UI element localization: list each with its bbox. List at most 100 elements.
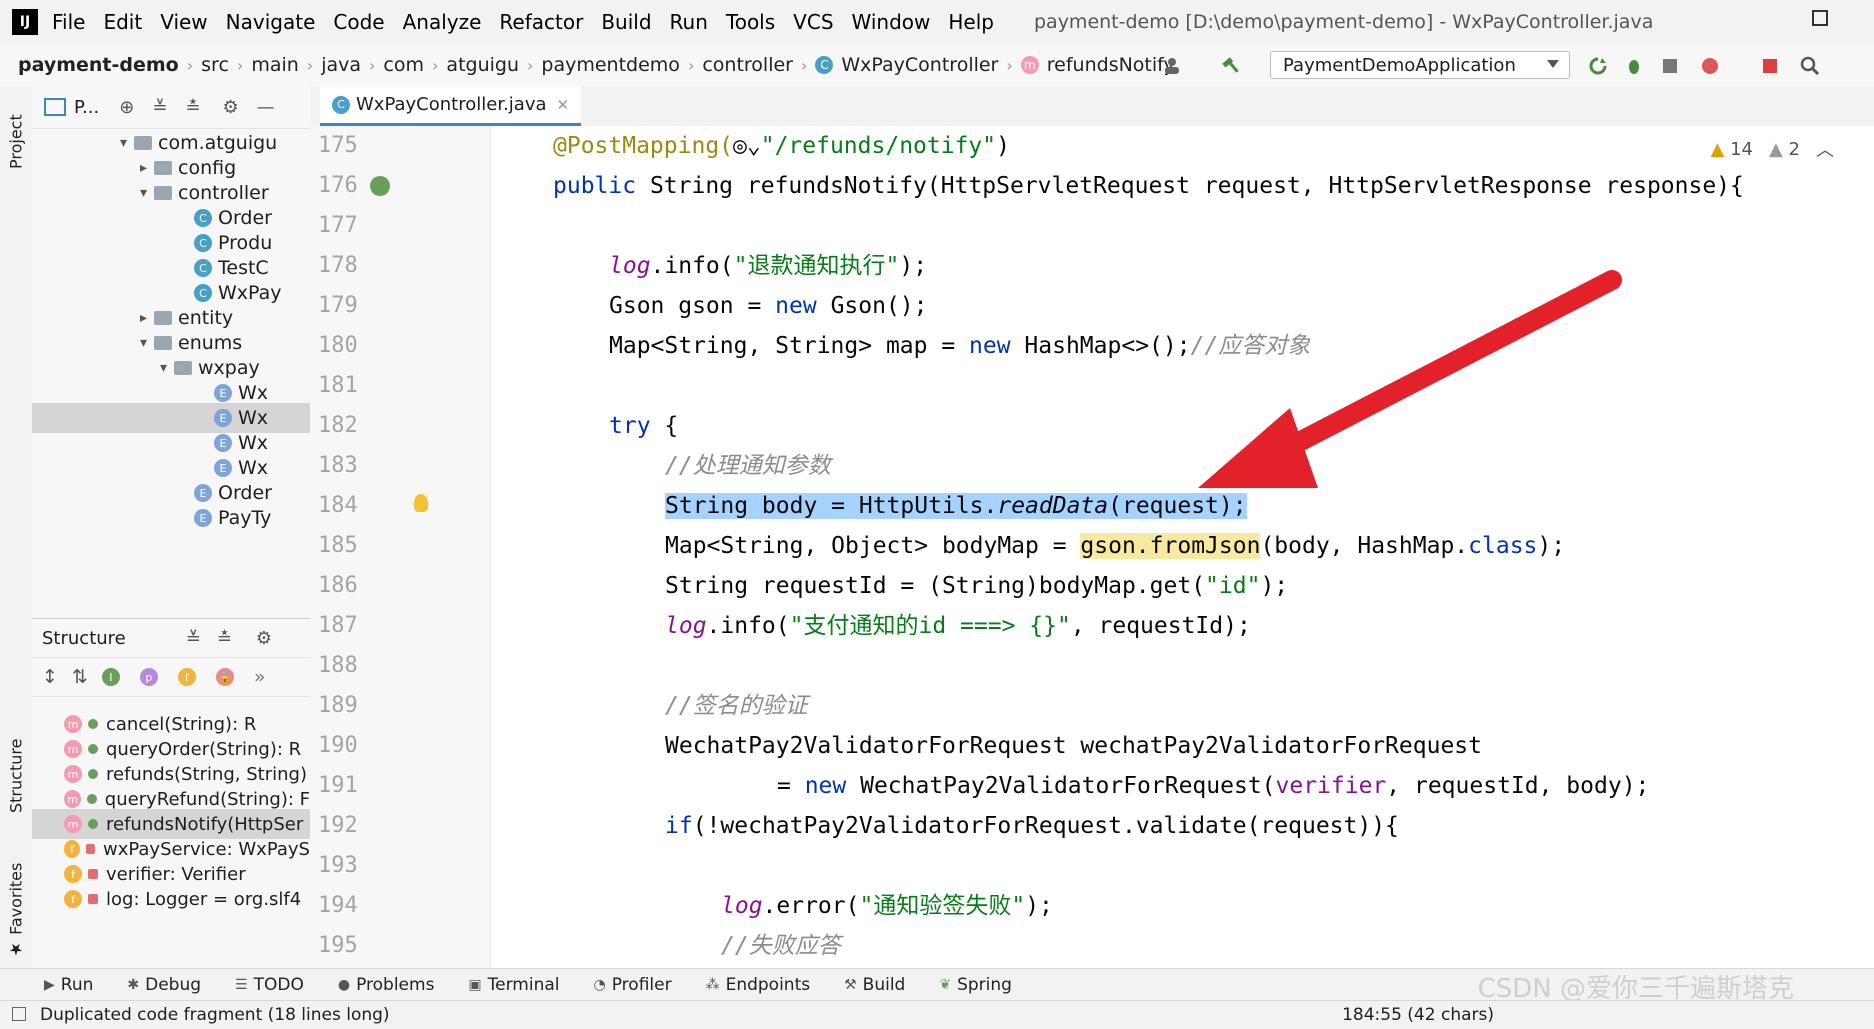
line-number: 175 (318, 133, 358, 158)
structure-panel-header: Structure ≚ ≛ ⚙ (32, 619, 310, 658)
editor-tab[interactable]: C WxPayController.java ✕ (320, 86, 582, 126)
menu-tools[interactable]: Tools (726, 10, 775, 34)
structure-item-label: queryOrder(String): R (106, 738, 302, 760)
spring-tool-button[interactable]: ❦ Spring (939, 975, 1012, 995)
menu-navigate[interactable]: Navigate (226, 10, 316, 34)
chevron-down-icon[interactable]: ▾ (140, 335, 154, 351)
expand-all-icon[interactable]: ≚ (152, 97, 167, 118)
spring-endpoint-icon[interactable] (370, 176, 390, 196)
hammer-build-icon[interactable] (1222, 56, 1242, 76)
todo-tool-label: TODO (253, 975, 304, 995)
code-token: (HttpServletRequest request, HttpServlet… (926, 173, 1744, 199)
more-icon[interactable]: » (254, 666, 266, 688)
todo-tool-button[interactable]: ☰ TODO (235, 975, 304, 995)
breadcrumb-separator-icon: › (800, 55, 808, 75)
gear-icon[interactable]: ⚙ (256, 628, 272, 649)
class-icon: C (194, 234, 212, 252)
code-token: , requestId, body); (1386, 773, 1650, 799)
profile-icon[interactable] (1700, 56, 1720, 76)
problems-tool-button[interactable]: ● Problems (338, 975, 435, 995)
breadcrumb-com[interactable]: com (383, 54, 424, 76)
breadcrumb-main[interactable]: main (251, 54, 298, 76)
run-tool-button[interactable]: ▶ Run (44, 975, 93, 995)
list-icon: ☰ (235, 977, 248, 993)
code-token: WechatPay2ValidatorForRequest wechatPay2… (665, 733, 1482, 759)
sort-alphabetically-icon[interactable]: ⇅ (72, 666, 88, 688)
layout-toggle-icon[interactable] (12, 1007, 26, 1021)
show-inherited-icon[interactable]: I (101, 668, 120, 686)
expand-all-icon[interactable]: ≚ (186, 628, 201, 649)
run-configuration-select[interactable]: PaymentDemoApplication (1270, 51, 1570, 79)
tree-node[interactable]: E PayTy (32, 503, 310, 533)
breadcrumb-class[interactable]: C WxPayController (815, 54, 998, 76)
chevron-down-icon[interactable]: ▾ (160, 360, 174, 376)
menu-file[interactable]: File (52, 10, 85, 34)
terminal-icon: ▣ (468, 977, 482, 993)
structure-tool-tab[interactable]: Structure (0, 726, 32, 826)
coverage-icon[interactable] (1660, 56, 1680, 76)
sort-by-visibility-icon[interactable]: ↕ (42, 666, 58, 688)
menu-window[interactable]: Window (852, 10, 931, 34)
line-number: 185 (318, 533, 358, 558)
breadcrumb-controller[interactable]: controller (702, 54, 793, 76)
tree-node-label: Produ (218, 232, 273, 254)
code-token: "支付通知的id ===> {}" (789, 613, 1071, 639)
menu-refactor[interactable]: Refactor (499, 10, 583, 34)
chevron-up-icon[interactable]: ︿ (1816, 136, 1834, 162)
inspection-widget[interactable]: ▲ 14 ▲ 2 ︿ (1710, 136, 1834, 162)
gear-icon[interactable]: ⚙ (223, 97, 239, 118)
code-token: ◎⌄ (733, 133, 761, 159)
code-token: if (665, 813, 693, 839)
menu-vcs[interactable]: VCS (793, 10, 833, 34)
stop-icon[interactable] (1760, 56, 1780, 76)
project-view-select[interactable]: P... (74, 97, 99, 118)
structure-item[interactable]: f log: Logger = org.slf4 (32, 884, 310, 914)
menu-view[interactable]: View (160, 10, 207, 34)
spring-leaf-icon: ❦ (939, 977, 952, 993)
structure-panel: Structure ≚ ≛ ⚙ ↕ ⇅ I p f 🔒 » m cancel(St… (32, 618, 311, 969)
user-icon[interactable] (1162, 56, 1182, 76)
project-tool-tab[interactable]: Project (0, 92, 32, 192)
terminal-tool-button[interactable]: ▣ Terminal (468, 975, 559, 995)
menu-edit[interactable]: Edit (103, 10, 142, 34)
breadcrumb-src[interactable]: src (201, 54, 229, 76)
code-editor[interactable]: @PostMapping(◎⌄"/refunds/notify") public … (491, 126, 1874, 968)
chevron-right-icon[interactable]: ▸ (140, 160, 154, 176)
show-non-public-icon[interactable]: 🔒 (215, 668, 234, 686)
debug-tool-button[interactable]: ✱ Debug (127, 975, 201, 995)
locate-icon[interactable]: ⊕ (119, 97, 134, 118)
profiler-tool-button[interactable]: ◔ Profiler (594, 975, 672, 995)
code-token: readData (997, 493, 1109, 519)
endpoints-tool-button[interactable]: ⁂ Endpoints (706, 975, 811, 995)
show-properties-icon[interactable]: p (139, 668, 158, 686)
menu-build[interactable]: Build (601, 10, 651, 34)
breadcrumb-paymentdemo[interactable]: paymentdemo (541, 54, 680, 76)
menu-analyze[interactable]: Analyze (403, 10, 482, 34)
menu-code[interactable]: Code (333, 10, 384, 34)
breadcrumb-project[interactable]: payment-demo (18, 54, 179, 76)
show-fields-icon[interactable]: f (177, 668, 196, 686)
breadcrumb-atguigu[interactable]: atguigu (446, 54, 519, 76)
menu-help[interactable]: Help (948, 10, 994, 34)
breadcrumb-java[interactable]: java (321, 54, 361, 76)
search-icon[interactable] (1800, 56, 1820, 76)
chevron-down-icon[interactable]: ▾ (140, 185, 154, 201)
breadcrumb-method[interactable]: m refundsNotify (1020, 54, 1175, 76)
line-number: 191 (318, 773, 358, 798)
collapse-all-icon[interactable]: ≛ (217, 628, 232, 649)
rerun-icon[interactable] (1588, 56, 1608, 76)
structure-item-label: cancel(String): R (106, 713, 257, 735)
build-tool-button[interactable]: ⚒ Build (844, 975, 905, 995)
chevron-down-icon[interactable]: ▾ (120, 135, 134, 151)
caret-position[interactable]: 184:55 (42 chars) (1342, 1005, 1494, 1025)
debug-icon[interactable] (1624, 56, 1644, 76)
menu-run[interactable]: Run (670, 10, 708, 34)
chevron-right-icon[interactable]: ▸ (140, 310, 154, 326)
hide-icon[interactable]: — (257, 97, 275, 118)
favorites-tool-tab[interactable]: ★ Favorites (0, 856, 32, 966)
field-icon: f (64, 890, 82, 908)
window-restore-icon[interactable] (1812, 10, 1828, 26)
collapse-all-icon[interactable]: ≛ (185, 97, 200, 118)
close-icon[interactable]: ✕ (557, 96, 570, 114)
intention-bulb-icon[interactable] (414, 494, 428, 512)
